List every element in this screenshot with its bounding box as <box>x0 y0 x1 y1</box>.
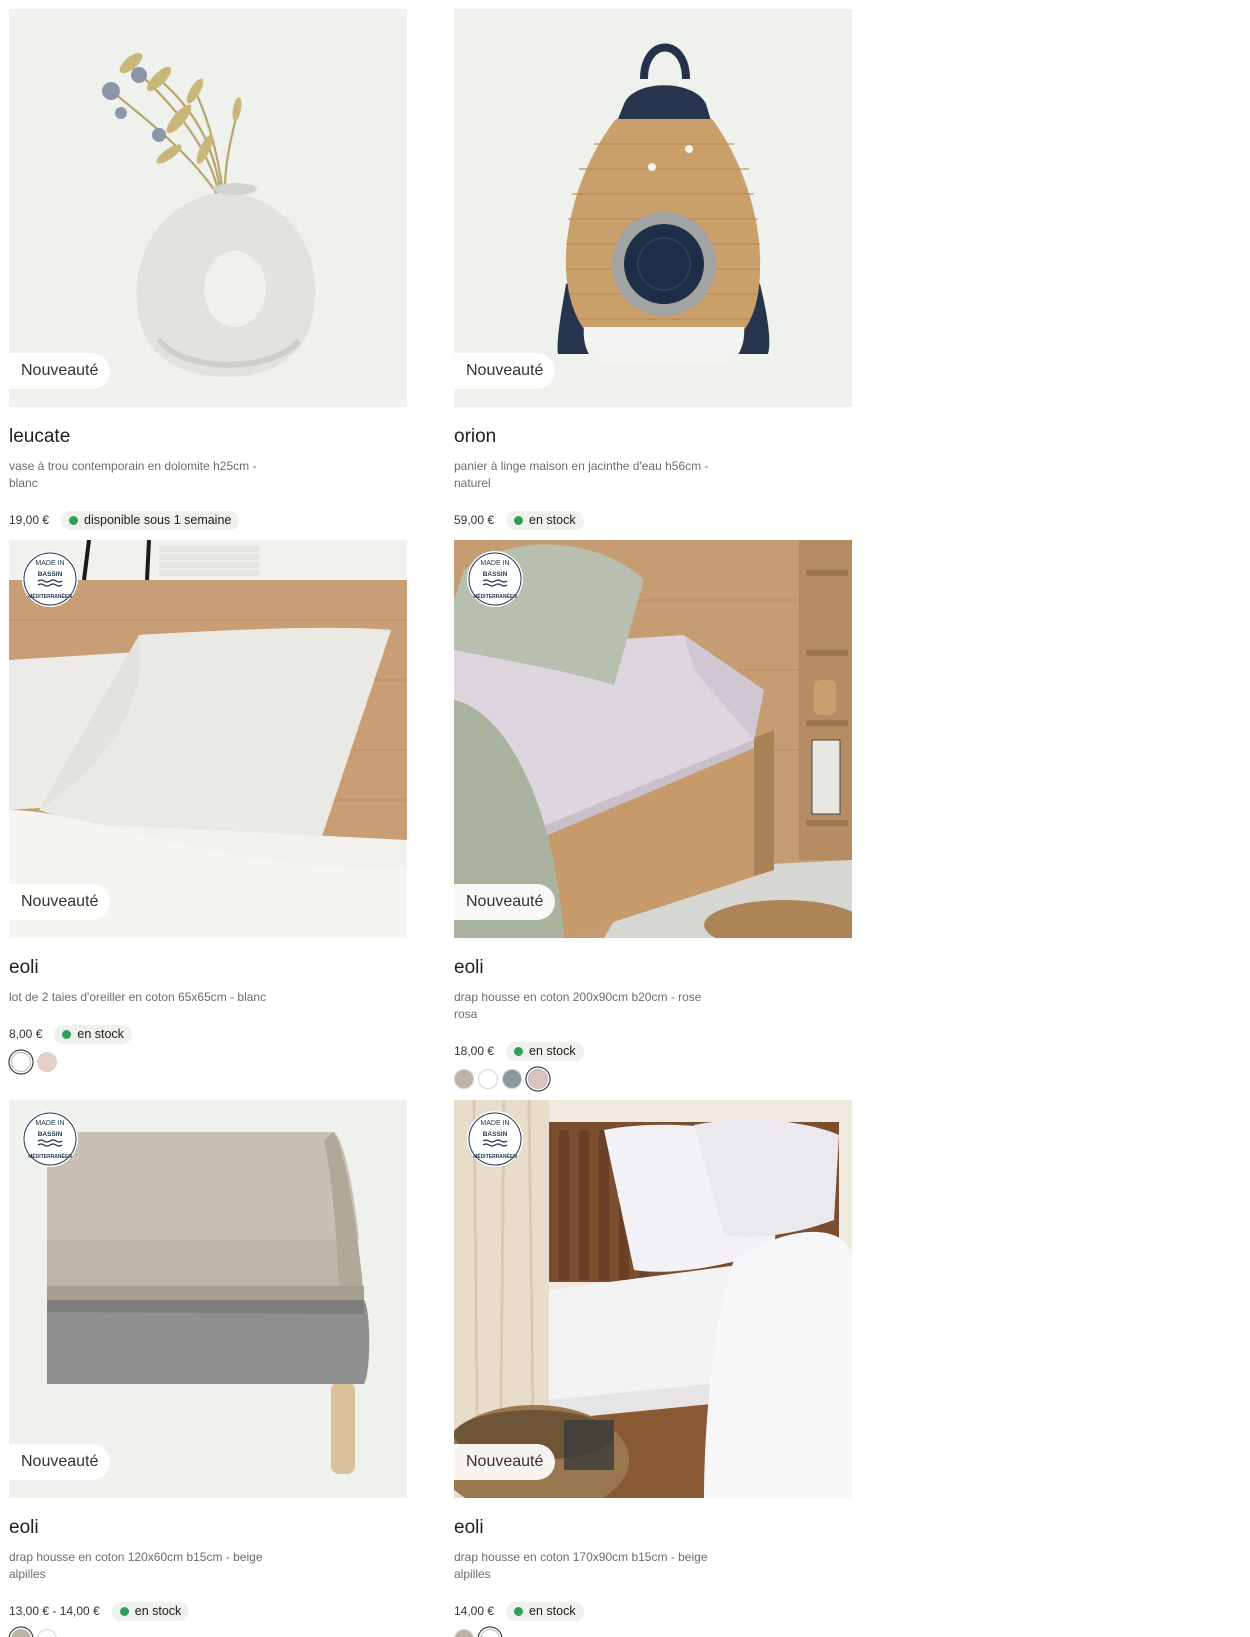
product-card[interactable]: MADE IN BASSIN MÉDITERRANÉEN Nouveauté e… <box>454 540 852 1091</box>
product-image[interactable]: MADE IN BASSIN MÉDITERRANÉEN Nouveauté <box>454 1100 852 1498</box>
stock-badge: en stock <box>506 1601 584 1621</box>
svg-text:MÉDITERRANÉEN: MÉDITERRANÉEN <box>28 592 72 600</box>
new-badge: Nouveauté <box>454 353 556 389</box>
stock-label: en stock <box>529 1604 576 1618</box>
made-in-mediterranean-badge-icon: MADE IN BASSIN MÉDITERRANÉEN <box>467 1111 523 1167</box>
stock-label: disponible sous 1 semaine <box>84 513 232 527</box>
color-swatches <box>9 1629 407 1637</box>
svg-text:MADE IN: MADE IN <box>35 1120 64 1127</box>
stock-label: en stock <box>134 1604 182 1618</box>
product-description[interactable]: drap housse en coton 170x90cm b15cm - be… <box>454 1549 724 1583</box>
product-price: 19,00 € <box>9 513 50 527</box>
color-swatches <box>454 1069 852 1091</box>
product-card[interactable]: Nouveauté leucate vase à trou contempora… <box>9 9 407 530</box>
stock-dot-icon <box>514 515 524 525</box>
product-price: 13,00 € - 14,00 € <box>9 1604 100 1618</box>
product-price: 18,00 € <box>454 1044 495 1058</box>
made-in-mediterranean-badge-icon: MADE IN BASSIN MÉDITERRANÉEN <box>467 551 523 607</box>
product-image[interactable]: Nouveauté <box>9 9 407 407</box>
stock-badge: disponible sous 1 semaine <box>61 510 240 530</box>
stock-dot-icon <box>69 515 79 525</box>
product-title[interactable]: eoli <box>9 956 407 980</box>
svg-text:BASSIN: BASSIN <box>38 1131 63 1138</box>
stock-badge: en stock <box>54 1024 132 1044</box>
product-price: 14,00 € <box>454 1604 495 1618</box>
new-badge: Nouveauté <box>9 1444 111 1480</box>
stock-badge: en stock <box>111 1601 190 1621</box>
stock-dot-icon <box>514 1606 524 1616</box>
new-badge: Nouveauté <box>454 884 556 920</box>
color-swatch[interactable] <box>37 1629 57 1637</box>
product-title[interactable]: eoli <box>9 1516 407 1540</box>
product-description[interactable]: vase à trou contemporain en dolomite h25… <box>9 458 279 492</box>
product-description[interactable]: drap housse en coton 200x90cm b20cm - ro… <box>454 989 724 1023</box>
vase-photo <box>9 9 407 407</box>
product-price: 59,00 € <box>454 513 495 527</box>
stock-label: en stock <box>529 1044 576 1058</box>
new-badge: Nouveauté <box>9 884 111 920</box>
svg-text:MÉDITERRANÉEN: MÉDITERRANÉEN <box>473 1152 517 1160</box>
new-badge: Nouveauté <box>9 353 111 389</box>
product-description[interactable]: panier à linge maison en jacinthe d'eau … <box>454 458 724 492</box>
product-card[interactable]: MADE IN BASSIN MÉDITERRANÉEN Nouveauté e… <box>9 540 407 1074</box>
svg-text:MÉDITERRANÉEN: MÉDITERRANÉEN <box>473 592 517 600</box>
product-card[interactable]: MADE IN BASSIN MÉDITERRANÉEN Nouveauté e… <box>9 1100 407 1637</box>
color-swatch[interactable] <box>11 1629 31 1637</box>
new-badge: Nouveauté <box>454 1444 556 1480</box>
color-swatches <box>454 1629 852 1637</box>
stock-dot-icon <box>119 1606 129 1616</box>
product-title[interactable]: leucate <box>9 425 407 449</box>
svg-text:MADE IN: MADE IN <box>480 1120 509 1127</box>
stock-badge: en stock <box>506 510 584 530</box>
rocket-basket-photo <box>454 9 852 407</box>
product-card[interactable]: Nouveauté orion panier à linge maison en… <box>454 9 852 530</box>
product-image[interactable]: MADE IN BASSIN MÉDITERRANÉEN Nouveauté <box>454 540 852 938</box>
stock-label: en stock <box>529 513 576 527</box>
product-image[interactable]: MADE IN BASSIN MÉDITERRANÉEN Nouveauté <box>9 1100 407 1498</box>
svg-text:BASSIN: BASSIN <box>483 571 508 578</box>
stock-badge: en stock <box>506 1041 584 1061</box>
color-swatch[interactable] <box>37 1052 57 1072</box>
stock-dot-icon <box>62 1029 72 1039</box>
product-description[interactable]: lot de 2 taies d'oreiller en coton 65x65… <box>9 989 279 1006</box>
stock-label: en stock <box>77 1027 124 1041</box>
color-swatch[interactable] <box>480 1629 500 1637</box>
svg-text:MÉDITERRANÉEN: MÉDITERRANÉEN <box>28 1152 72 1160</box>
product-description[interactable]: drap housse en coton 120x60cm b15cm - be… <box>9 1549 279 1583</box>
made-in-mediterranean-badge-icon: MADE IN BASSIN MÉDITERRANÉEN <box>22 551 78 607</box>
color-swatch[interactable] <box>11 1052 31 1072</box>
made-in-mediterranean-badge-icon: MADE IN BASSIN MÉDITERRANÉEN <box>22 1111 78 1167</box>
color-swatch[interactable] <box>478 1069 498 1089</box>
svg-text:MADE IN: MADE IN <box>35 560 64 567</box>
product-image[interactable]: Nouveauté <box>454 9 852 407</box>
product-price: 8,00 € <box>9 1027 43 1041</box>
svg-text:BASSIN: BASSIN <box>38 571 63 578</box>
product-title[interactable]: eoli <box>454 956 852 980</box>
color-swatch[interactable] <box>454 1629 474 1637</box>
product-title[interactable]: orion <box>454 425 852 449</box>
product-image[interactable]: MADE IN BASSIN MÉDITERRANÉEN Nouveauté <box>9 540 407 938</box>
color-swatch[interactable] <box>502 1069 522 1089</box>
color-swatch[interactable] <box>454 1069 474 1089</box>
svg-text:MADE IN: MADE IN <box>480 560 509 567</box>
product-title[interactable]: eoli <box>454 1516 852 1540</box>
color-swatch[interactable] <box>528 1069 548 1089</box>
svg-text:BASSIN: BASSIN <box>483 1131 508 1138</box>
stock-dot-icon <box>514 1046 524 1056</box>
color-swatches <box>9 1052 407 1074</box>
product-card[interactable]: MADE IN BASSIN MÉDITERRANÉEN Nouveauté e… <box>454 1100 852 1637</box>
